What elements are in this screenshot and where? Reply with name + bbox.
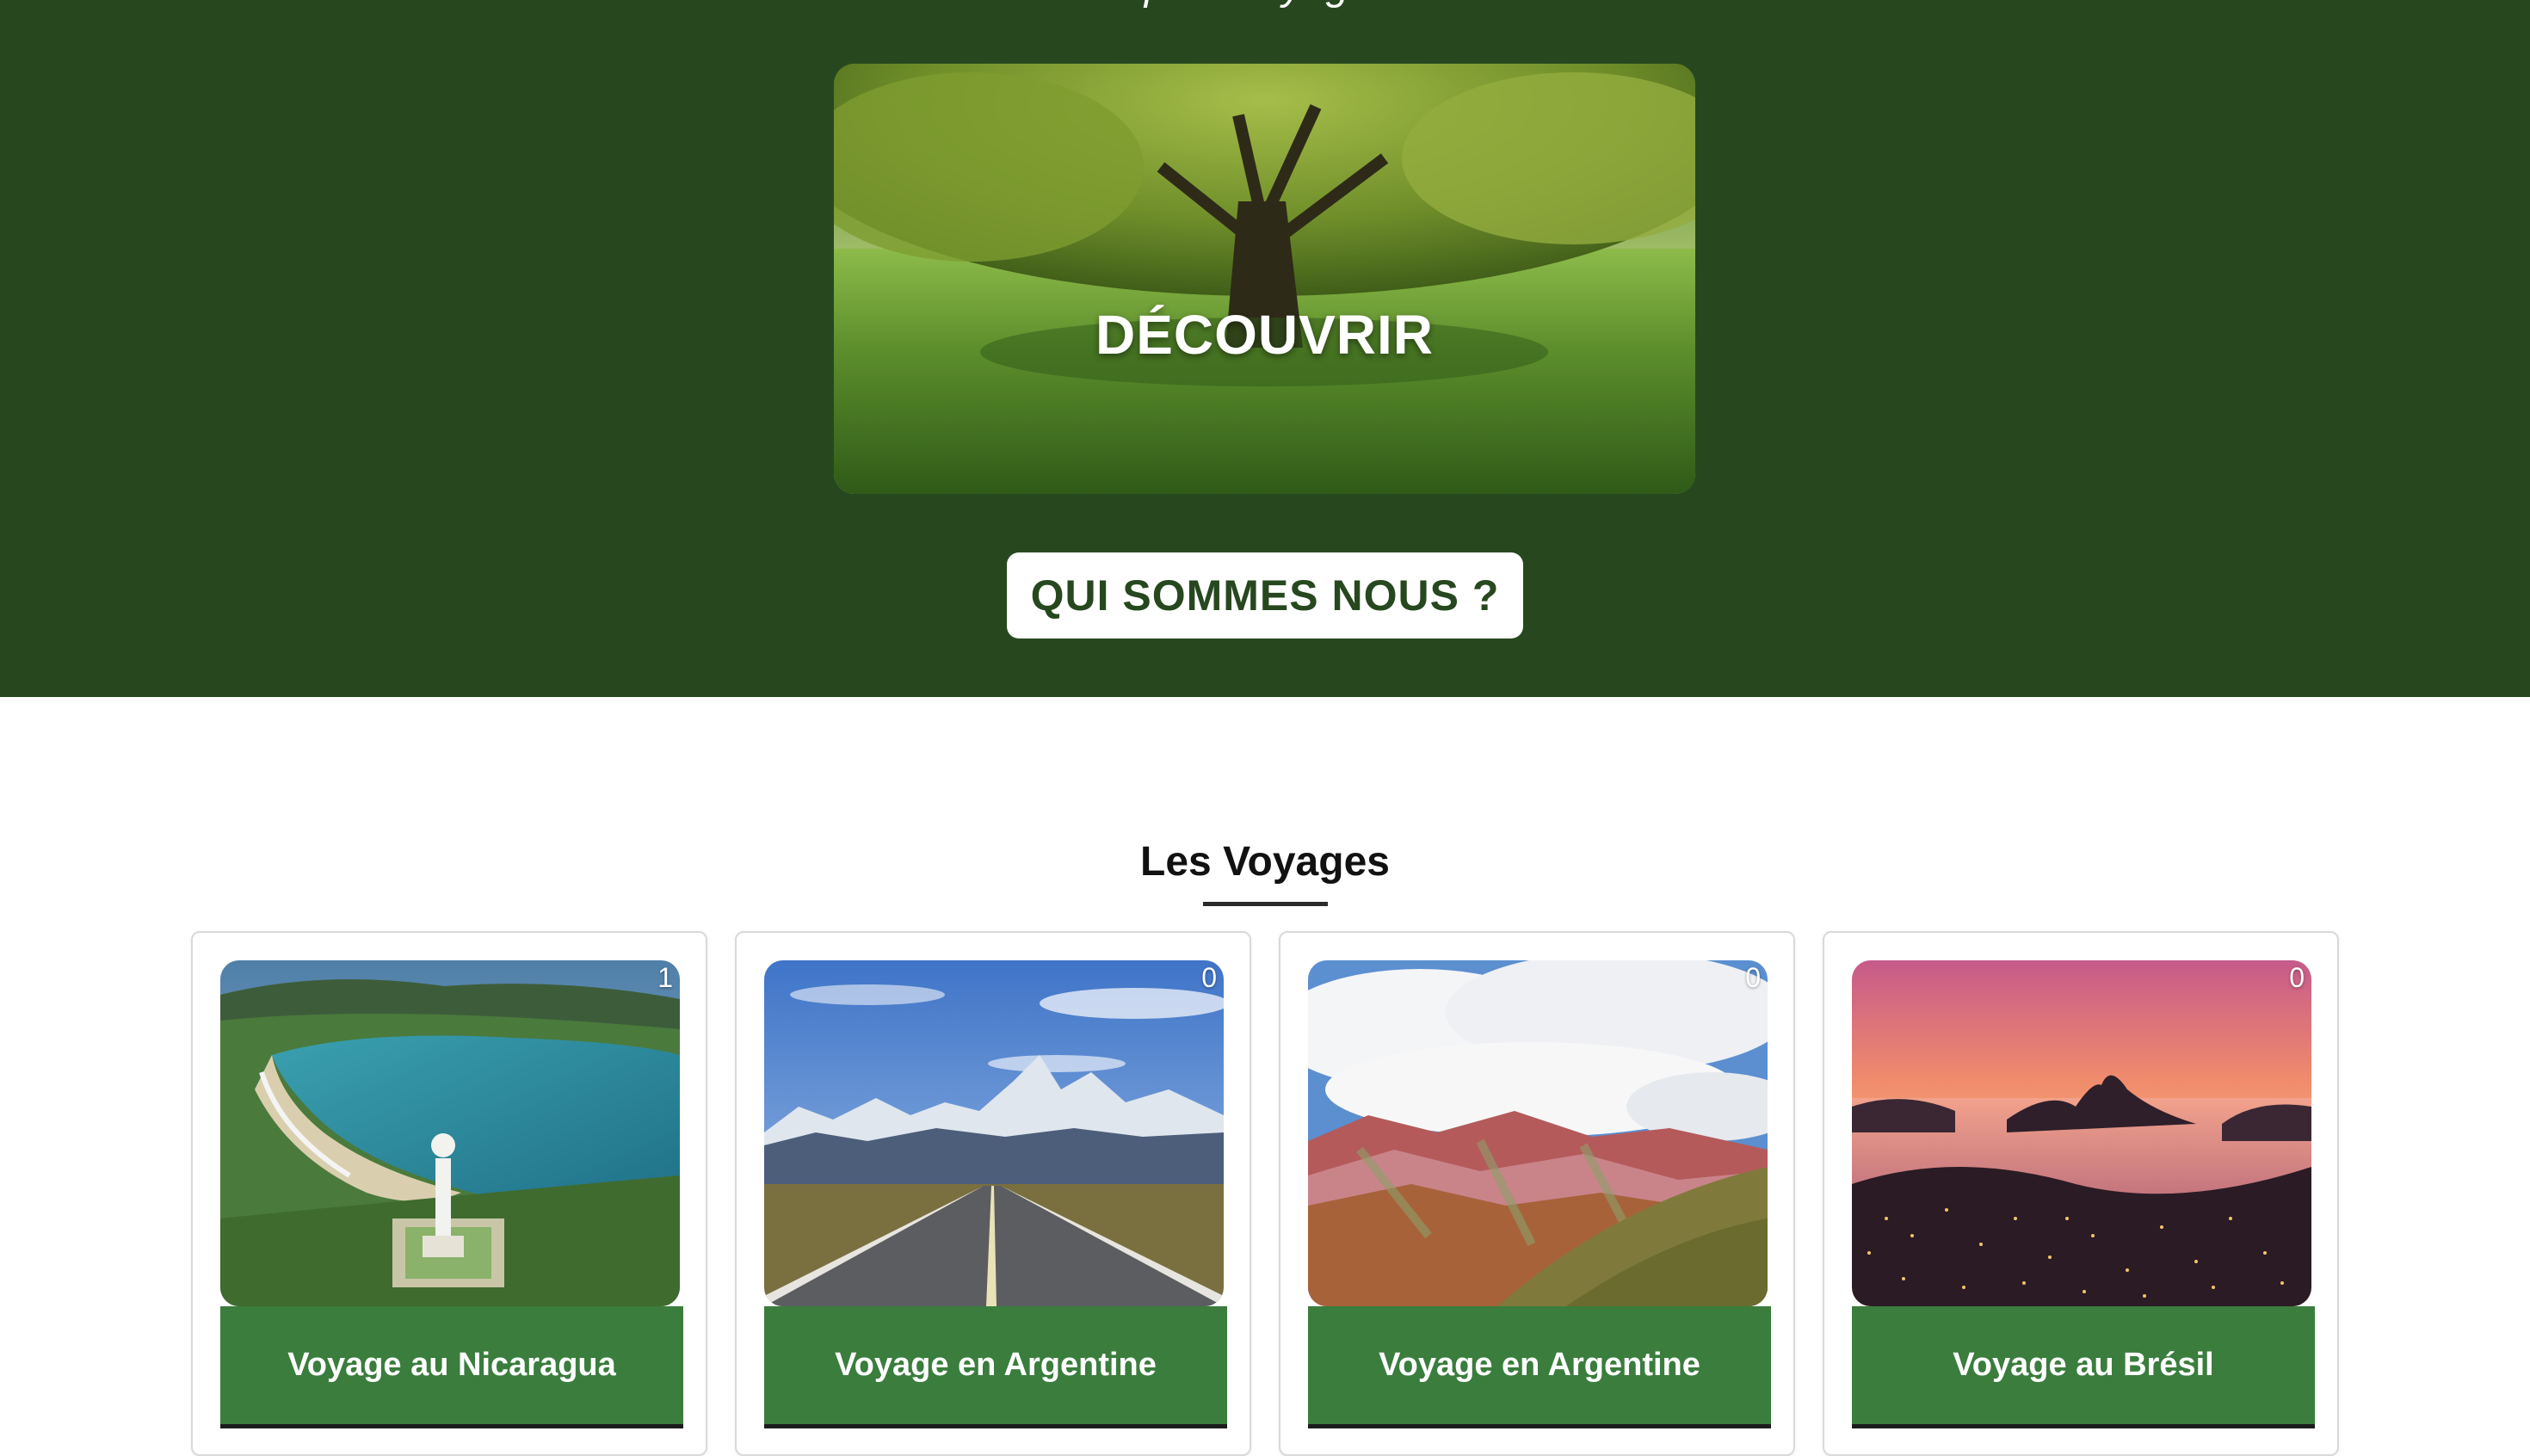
rainbow-mountains-image xyxy=(1308,960,1768,1306)
voyage-button[interactable]: Voyage au Nicaragua xyxy=(220,1306,683,1428)
nicaragua-bay-image xyxy=(220,960,680,1306)
voyage-card: 0 Voyage au Brésil xyxy=(1823,931,2339,1456)
voyage-count: 0 xyxy=(1745,962,1761,993)
voyage-button[interactable]: Voyage en Argentine xyxy=(764,1306,1227,1428)
voyage-image[interactable]: 0 xyxy=(1308,960,1768,1306)
discover-card[interactable]: DÉCOUVRIR xyxy=(834,64,1695,494)
voyage-image[interactable]: 0 xyxy=(764,960,1224,1306)
discover-label: DÉCOUVRIR xyxy=(1095,304,1435,366)
about-us-button[interactable]: QUI SOMMES NOUS ? xyxy=(1007,552,1523,639)
voyage-count: 0 xyxy=(2289,962,2305,993)
voyage-card: 0 Voyage en Argentine xyxy=(1279,931,1795,1456)
voyage-button[interactable]: Voyage en Argentine xyxy=(1308,1306,1771,1428)
voyage-count: 0 xyxy=(1201,962,1217,993)
voyage-button[interactable]: Voyage au Brésil xyxy=(1852,1306,2315,1428)
voyage-card: 1 Voyage au Nicaragua xyxy=(191,931,707,1456)
voyage-image[interactable]: 1 xyxy=(220,960,680,1306)
patagonia-road-image xyxy=(764,960,1224,1306)
voyage-count: 1 xyxy=(657,962,673,993)
rio-sunset-image xyxy=(1852,960,2311,1306)
voyage-image[interactable]: 0 xyxy=(1852,960,2311,1306)
hero-section: … pour voyager … xyxy=(0,0,2530,697)
tree-meadow-image xyxy=(834,64,1695,494)
section-title: Les Voyages xyxy=(1140,839,1390,885)
section-underline xyxy=(1203,902,1328,906)
hero-subtitle: … pour voyager … xyxy=(0,0,2530,9)
voyage-card: 0 Voyage en Argentine xyxy=(735,931,1251,1456)
